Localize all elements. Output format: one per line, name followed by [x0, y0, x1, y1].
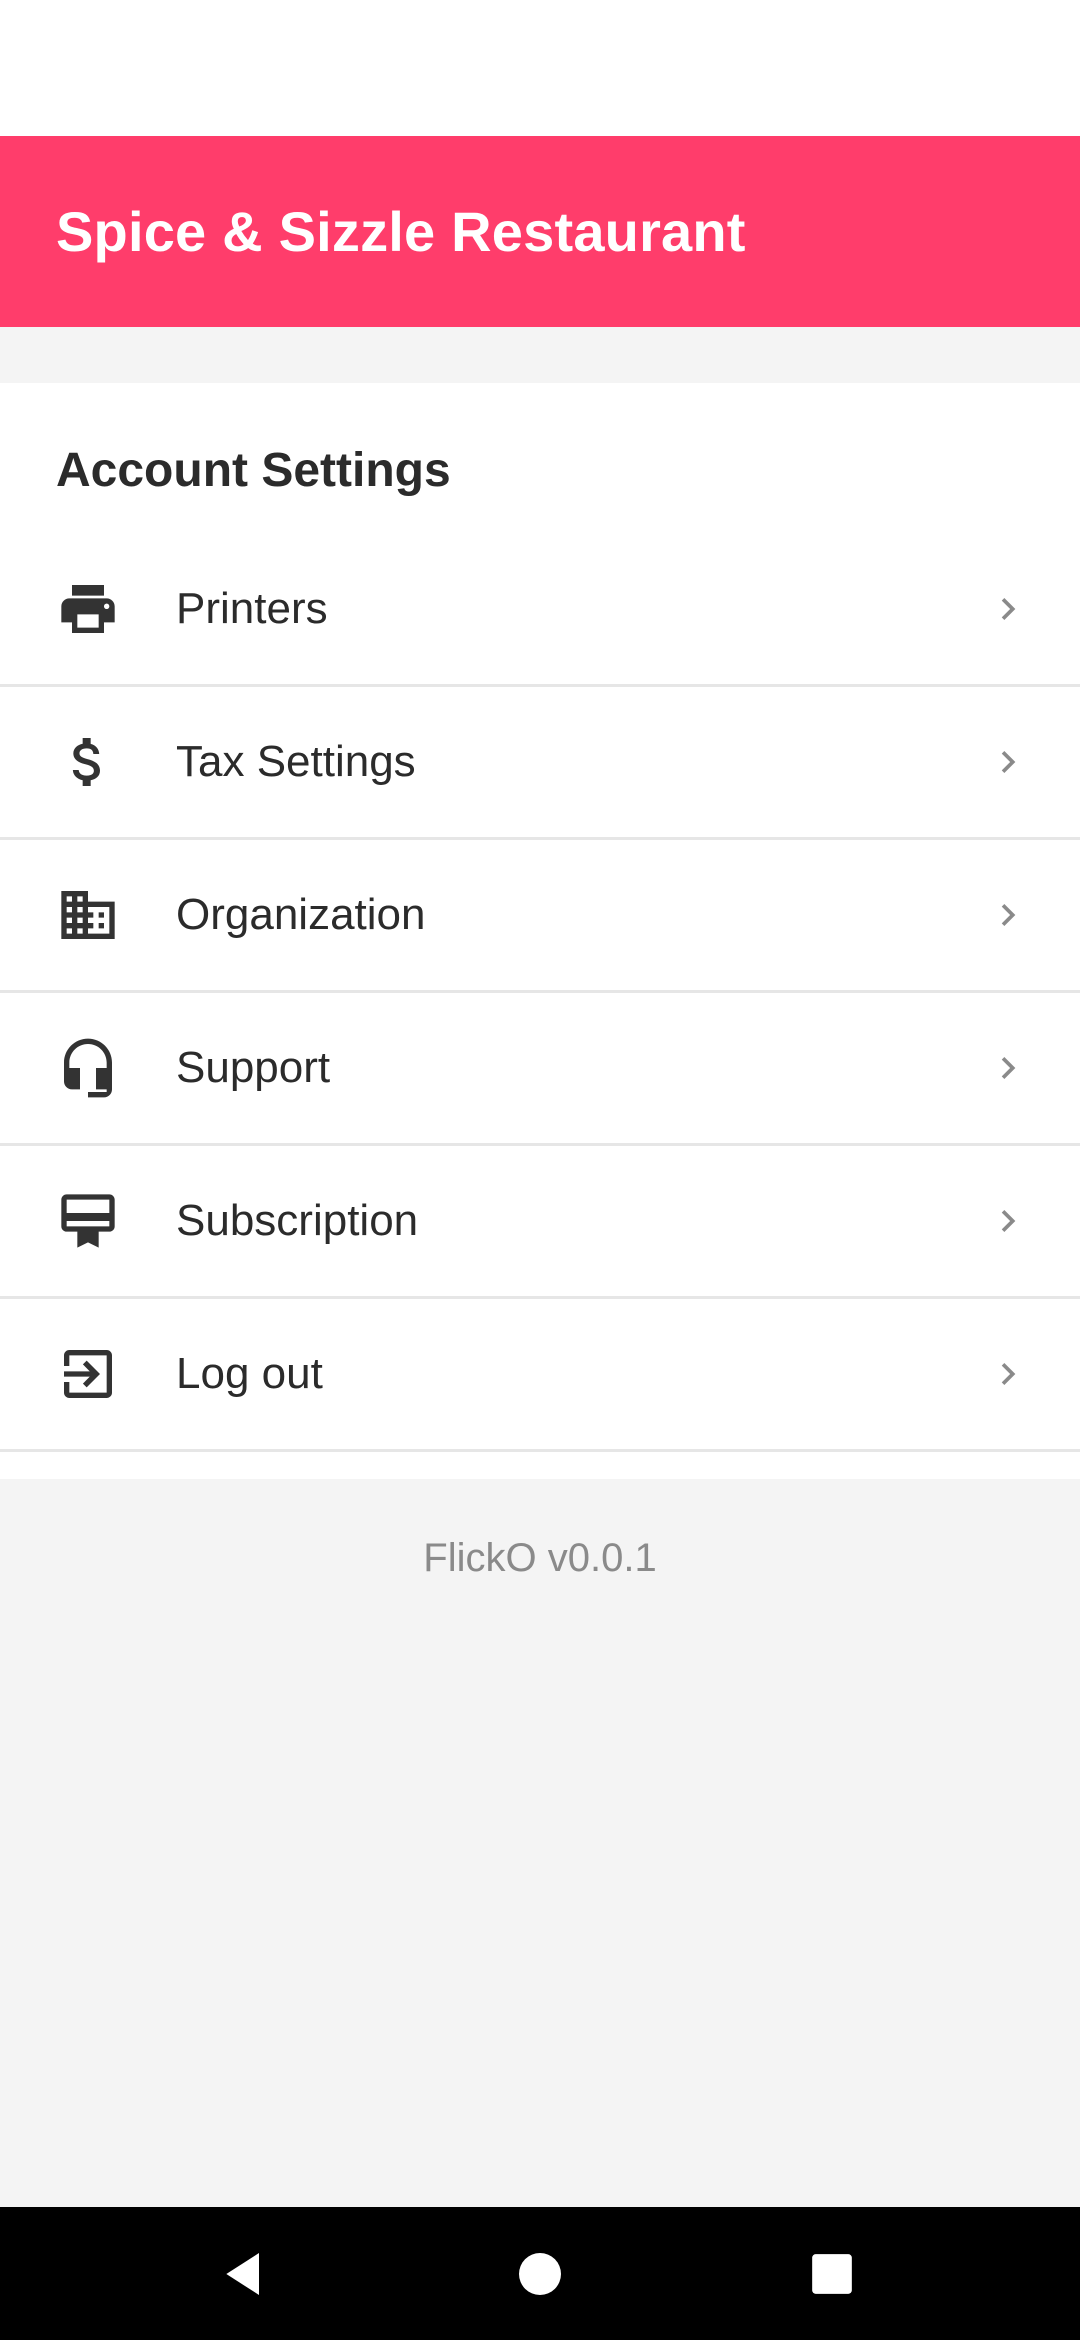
chevron-right-icon — [986, 893, 1030, 937]
app-title: Spice & Sizzle Restaurant — [56, 200, 746, 263]
subscription-icon — [56, 1189, 120, 1253]
home-icon[interactable] — [500, 2234, 580, 2314]
system-nav-bar — [0, 2207, 1080, 2340]
status-bar — [0, 0, 1080, 136]
settings-item-label: Support — [176, 1043, 331, 1092]
settings-item-tax-settings[interactable]: Tax Settings — [0, 687, 1080, 840]
printer-icon — [56, 577, 120, 641]
settings-item-label: Log out — [176, 1349, 323, 1398]
settings-item-log-out[interactable]: Log out — [0, 1299, 1080, 1452]
chevron-right-icon — [986, 1199, 1030, 1243]
settings-item-label: Subscription — [176, 1196, 419, 1245]
recents-icon[interactable] — [792, 2234, 872, 2314]
logout-icon — [56, 1342, 120, 1406]
settings-item-support[interactable]: Support — [0, 993, 1080, 1146]
headset-icon — [56, 1036, 120, 1100]
app-header: Spice & Sizzle Restaurant — [0, 136, 1080, 327]
settings-list: Printers Tax Settings Organization Suppo… — [0, 534, 1080, 1452]
settings-item-label: Printers — [176, 584, 328, 633]
settings-card: Account Settings Printers Tax Settings O… — [0, 383, 1080, 1479]
section-title: Account Settings — [56, 444, 451, 497]
chevron-right-icon — [986, 1352, 1030, 1396]
back-icon[interactable] — [205, 2234, 285, 2314]
app-version: FlickO v0.0.1 — [423, 1536, 657, 1580]
chevron-right-icon — [986, 740, 1030, 784]
settings-item-organization[interactable]: Organization — [0, 840, 1080, 993]
building-icon — [56, 883, 120, 947]
settings-item-subscription[interactable]: Subscription — [0, 1146, 1080, 1299]
screen: Spice & Sizzle Restaurant Account Settin… — [0, 0, 1080, 2340]
settings-item-printers[interactable]: Printers — [0, 534, 1080, 687]
chevron-right-icon — [986, 1046, 1030, 1090]
settings-item-label: Organization — [176, 890, 426, 939]
dollar-icon — [56, 730, 120, 794]
chevron-right-icon — [986, 587, 1030, 631]
settings-item-label: Tax Settings — [176, 737, 416, 786]
